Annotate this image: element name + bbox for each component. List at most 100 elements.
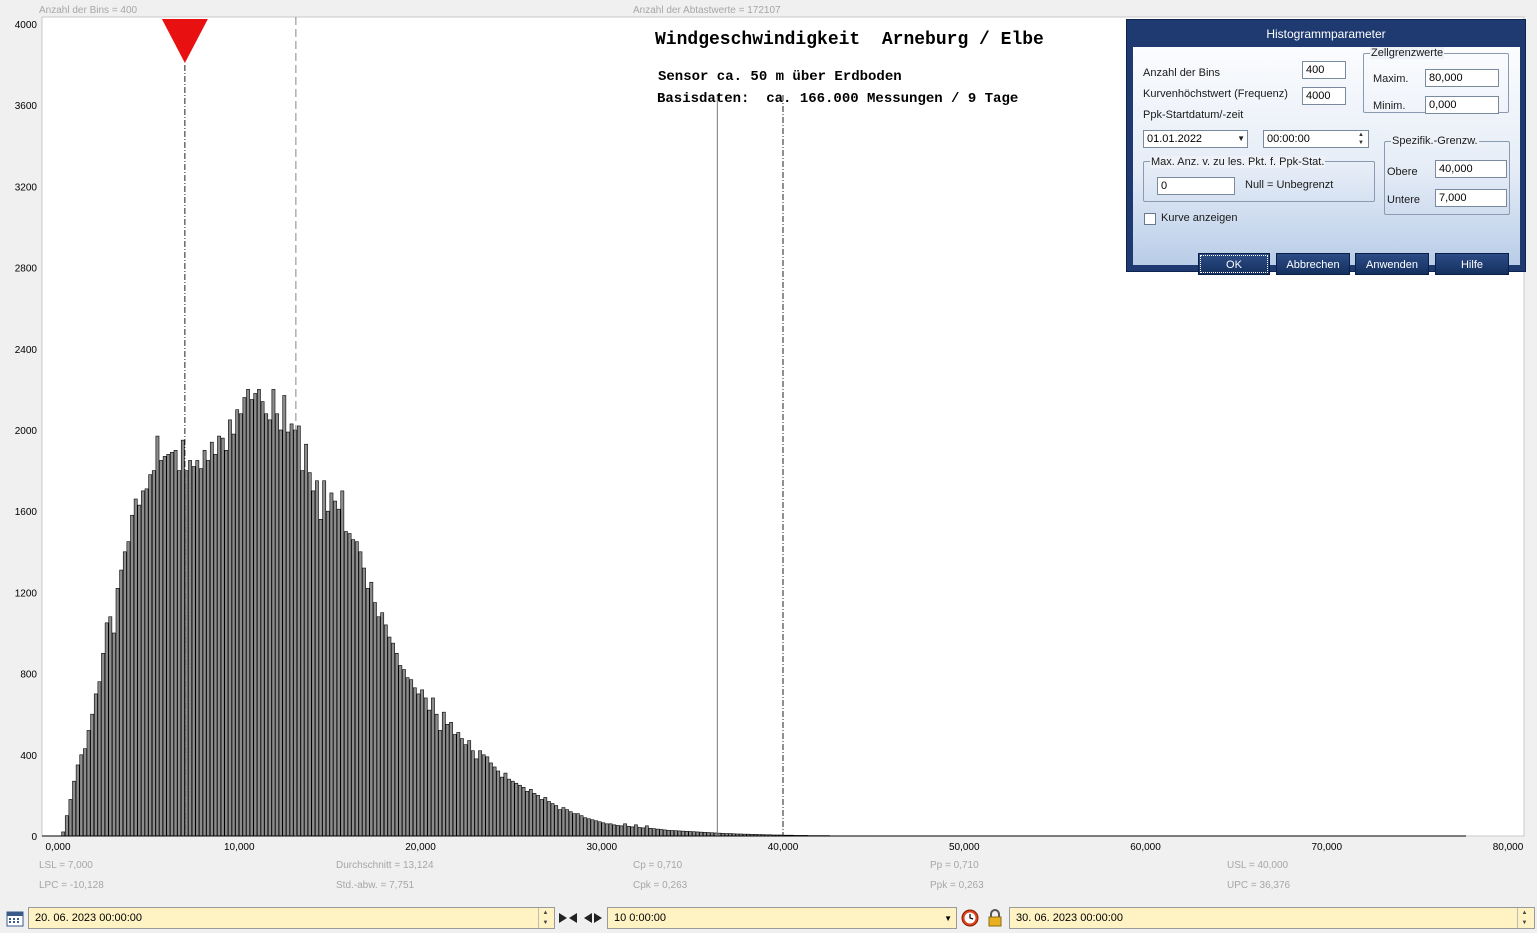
histogram-bar: [619, 825, 624, 837]
histogram-bar: [695, 831, 700, 837]
histogram-bar: [289, 423, 294, 837]
ppk-time-spinner[interactable]: ▲ ▼: [1354, 131, 1368, 147]
ok-button[interactable]: OK: [1198, 253, 1270, 275]
histogram-bar: [336, 508, 341, 837]
chevron-down-icon[interactable]: ▼: [944, 912, 952, 925]
zoom-out-icon[interactable]: [583, 908, 603, 928]
histogram-bar: [431, 697, 435, 837]
histogram-bar: [615, 825, 620, 837]
histogram-bar: [133, 498, 138, 837]
histogram-bar: [253, 393, 258, 837]
end-datetime-spinner[interactable]: ▲ ▼: [1517, 908, 1531, 928]
histogram-bar: [470, 750, 475, 837]
histogram-bar: [202, 449, 207, 837]
histogram-bar: [72, 780, 76, 837]
histogram-bar: [688, 831, 693, 837]
y-tick-label: 3600: [15, 101, 38, 112]
histogram-bar: [579, 815, 584, 837]
histogram-bar: [402, 669, 406, 837]
histogram-bar: [681, 830, 685, 837]
histogram-bar: [177, 470, 182, 837]
clock-icon[interactable]: [960, 908, 980, 928]
ppk-date-select[interactable]: 01.01.2022 ▼: [1143, 130, 1248, 148]
upper-limit-input[interactable]: 40,000: [1435, 160, 1507, 178]
cancel-button[interactable]: Abbrechen: [1276, 253, 1350, 275]
interval-select[interactable]: 10 0:00:00 ▼: [607, 907, 957, 929]
histogram-bar: [282, 395, 287, 837]
histogram-bar: [420, 689, 424, 837]
ppk-start-label: Ppk-Startdatum/-zeit: [1143, 109, 1244, 121]
histogram-bar: [119, 569, 124, 837]
chevron-down-icon[interactable]: ▼: [1237, 132, 1245, 145]
y-tick-label: 4000: [15, 20, 38, 31]
histogram-bar: [220, 437, 225, 837]
show-curve-label[interactable]: Kurve anzeigen: [1161, 212, 1237, 224]
histogram-bar: [648, 827, 653, 837]
histogram-bar: [228, 419, 232, 837]
histogram-bar: [351, 539, 356, 837]
lock-icon[interactable]: [985, 908, 1005, 928]
histogram-bar: [525, 791, 530, 837]
histogram-bar: [441, 711, 446, 837]
bins-count-field-label: Anzahl der Bins: [1143, 67, 1221, 79]
bins-count-input[interactable]: 400: [1302, 61, 1346, 79]
end-datetime-input[interactable]: 30. 06. 2023 00:00:00: [1009, 907, 1535, 929]
histogram-bar: [162, 456, 167, 837]
freq-max-input[interactable]: 4000: [1302, 87, 1346, 105]
histogram-bar: [340, 490, 345, 837]
max-points-input[interactable]: 0: [1157, 177, 1235, 195]
spin-down-icon[interactable]: ▼: [1518, 918, 1531, 928]
stat-mean: Durchschnitt = 13,124: [336, 860, 434, 871]
histogram-bar: [195, 460, 200, 837]
help-button[interactable]: Hilfe: [1435, 253, 1509, 275]
start-datetime-input[interactable]: 20. 06. 2023 00:00:00: [28, 907, 555, 929]
dialog-body: Anzahl der Bins 400 Kurvenhöchstwert (Fr…: [1133, 47, 1520, 275]
histogram-bar: [64, 815, 69, 837]
histogram-bar: [151, 470, 156, 837]
zoom-in-icon[interactable]: [558, 908, 578, 928]
spin-up-icon[interactable]: ▲: [539, 908, 552, 918]
histogram-bar: [267, 419, 272, 837]
ppk-time-input[interactable]: 00:00:00 ▲ ▼: [1263, 130, 1369, 148]
spin-up-icon[interactable]: ▲: [1354, 131, 1368, 139]
spin-down-icon[interactable]: ▼: [1354, 139, 1368, 147]
stat-lsl: LSL = 7,000: [39, 860, 93, 871]
histogram-bar: [561, 807, 566, 837]
apply-button[interactable]: Anwenden: [1355, 253, 1429, 275]
histogram-bar: [347, 533, 352, 837]
dialog-title[interactable]: Histogrammparameter: [1127, 20, 1525, 46]
stat-upc: UPC = 36,376: [1227, 880, 1291, 891]
end-datetime-value: 30. 06. 2023 00:00:00: [1016, 912, 1124, 924]
histogram-bar: [86, 730, 91, 837]
histogram-bar: [75, 764, 80, 837]
histogram-bar: [362, 567, 366, 837]
histogram-bar: [539, 799, 544, 837]
null-unlimited-hint: Null = Unbegrenzt: [1245, 179, 1334, 191]
maxim-input[interactable]: 80,000: [1425, 69, 1499, 87]
spin-up-icon[interactable]: ▲: [1518, 908, 1531, 918]
histogram-bar: [391, 642, 395, 837]
histogram-bar: [492, 766, 497, 837]
histogram-bar: [112, 632, 116, 837]
histogram-bar: [663, 829, 667, 837]
histogram-bar: [278, 429, 283, 837]
y-tick-label: 1600: [15, 507, 38, 518]
histogram-bar: [235, 409, 240, 837]
stat-cpk: Cpk = 0,263: [633, 880, 688, 891]
start-datetime-spinner[interactable]: ▲ ▼: [538, 908, 552, 928]
lower-limit-input[interactable]: 7,000: [1435, 189, 1507, 207]
histogram-bar: [460, 738, 464, 837]
histogram-bar: [605, 823, 609, 837]
histogram-bar: [101, 652, 105, 837]
x-tick-label: 20,000: [405, 842, 436, 853]
stat-pp: Pp = 0,710: [930, 860, 979, 871]
show-curve-checkbox[interactable]: [1144, 213, 1156, 225]
histogram-bar: [373, 602, 377, 837]
calendar-icon[interactable]: [5, 908, 25, 928]
spin-down-icon[interactable]: ▼: [539, 918, 552, 928]
histogram-bar: [144, 488, 149, 837]
histogram-bar: [180, 439, 185, 837]
histogram-bar: [670, 830, 675, 837]
minim-input[interactable]: 0,000: [1425, 96, 1499, 114]
y-tick-label: 400: [20, 751, 37, 762]
